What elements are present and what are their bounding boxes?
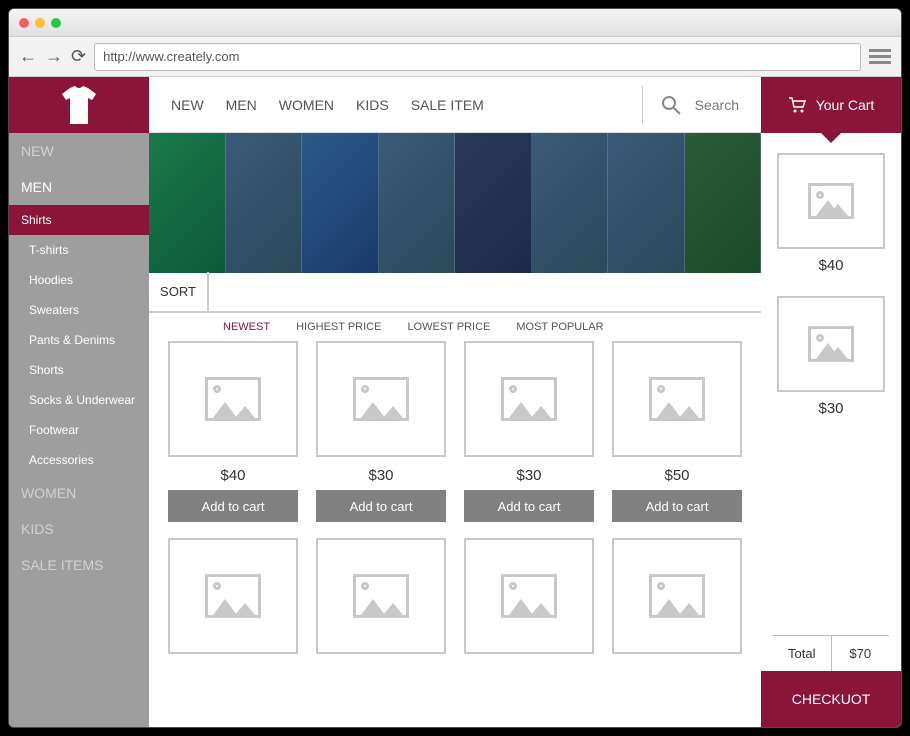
top-nav: NEW MEN WOMEN KIDS SALE ITEM Search (149, 77, 761, 133)
sidebar-item-men[interactable]: MEN (9, 169, 149, 205)
cart-total: Total $70 (773, 635, 889, 671)
sort-options: NEWEST HIGHEST PRICE LOWEST PRICE MOST P… (149, 313, 761, 333)
sidebar-item-kids[interactable]: KIDS (9, 511, 149, 547)
nav-kids[interactable]: KIDS (356, 97, 389, 113)
cart-total-value: $70 (832, 636, 890, 671)
sidebar: NEW MEN Shirts T-shirts Hoodies Sweaters… (9, 133, 149, 727)
product-price: $30 (368, 467, 393, 484)
product-card: $40 Add to cart (167, 341, 299, 522)
sort-highest[interactable]: HIGHEST PRICE (296, 321, 381, 333)
product-image[interactable] (168, 538, 298, 654)
nav-men[interactable]: MEN (226, 97, 257, 113)
sort-bar: SORT (149, 273, 761, 313)
add-to-cart-button[interactable]: Add to cart (168, 490, 298, 522)
product-card: $30 Add to cart (463, 341, 595, 522)
sidebar-sub-accessories[interactable]: Accessories (9, 445, 149, 475)
product-image[interactable] (316, 538, 446, 654)
cart-header[interactable]: Your Cart (761, 77, 901, 133)
back-icon[interactable]: ← (19, 46, 37, 67)
sidebar-item-new[interactable]: NEW (9, 133, 149, 169)
product-grid: $40 Add to cart $30 Add to cart $30 Add … (149, 333, 761, 662)
sidebar-sub-shorts[interactable]: Shorts (9, 355, 149, 385)
product-card (463, 538, 595, 654)
hero-banner (149, 133, 761, 273)
cart-item[interactable] (777, 153, 885, 249)
window-titlebar (9, 9, 901, 37)
sidebar-sub-shirts[interactable]: Shirts (9, 205, 149, 235)
cart-total-label: Total (773, 636, 832, 671)
product-image[interactable] (168, 341, 298, 457)
sidebar-sub-sweaters[interactable]: Sweaters (9, 295, 149, 325)
sidebar-sub-pants[interactable]: Pants & Denims (9, 325, 149, 355)
nav-sale[interactable]: SALE ITEM (411, 97, 484, 113)
product-image[interactable] (464, 538, 594, 654)
add-to-cart-button[interactable]: Add to cart (464, 490, 594, 522)
cart-item[interactable] (777, 296, 885, 392)
product-price: $40 (220, 467, 245, 484)
sort-newest[interactable]: NEWEST (223, 321, 270, 333)
add-to-cart-button[interactable]: Add to cart (316, 490, 446, 522)
sort-popular[interactable]: MOST POPULAR (516, 321, 603, 333)
sidebar-sub-hoodies[interactable]: Hoodies (9, 265, 149, 295)
product-card (611, 538, 743, 654)
cart-item-price: $40 (818, 257, 843, 274)
cart-body: $40 $30 Total $70 (761, 133, 901, 671)
forward-icon[interactable]: → (45, 46, 63, 67)
sidebar-item-sale[interactable]: SALE ITEMS (9, 547, 149, 583)
maximize-dot[interactable] (51, 18, 61, 28)
cart-header-label: Your Cart (816, 97, 875, 113)
product-card: $50 Add to cart (611, 341, 743, 522)
product-card (315, 538, 447, 654)
product-image[interactable] (316, 341, 446, 457)
product-card (167, 538, 299, 654)
tab-area (77, 14, 891, 32)
logo[interactable] (9, 77, 149, 133)
product-image[interactable] (612, 538, 742, 654)
add-to-cart-button[interactable]: Add to cart (612, 490, 742, 522)
sidebar-item-women[interactable]: WOMEN (9, 475, 149, 511)
close-dot[interactable] (19, 18, 29, 28)
search-icon[interactable] (661, 95, 681, 115)
sort-lowest[interactable]: LOWEST PRICE (407, 321, 490, 333)
nav-new[interactable]: NEW (171, 97, 204, 113)
tshirt-icon (62, 86, 96, 124)
nav-women[interactable]: WOMEN (279, 97, 334, 113)
sidebar-sub-tshirts[interactable]: T-shirts (9, 235, 149, 265)
browser-toolbar: ← → ⟳ http://www.creately.com (9, 37, 901, 77)
product-price: $30 (516, 467, 541, 484)
cart-item-price: $30 (818, 400, 843, 417)
cart-icon (788, 97, 806, 113)
product-image[interactable] (464, 341, 594, 457)
url-bar[interactable]: http://www.creately.com (94, 43, 861, 71)
product-image[interactable] (612, 341, 742, 457)
search-input[interactable]: Search (695, 97, 739, 113)
url-text: http://www.creately.com (103, 49, 239, 64)
sidebar-sub-footwear[interactable]: Footwear (9, 415, 149, 445)
reload-icon[interactable]: ⟳ (71, 46, 86, 67)
minimize-dot[interactable] (35, 18, 45, 28)
hamburger-icon[interactable] (869, 49, 891, 64)
sort-label: SORT (149, 272, 209, 312)
sidebar-sub-socks[interactable]: Socks & Underwear (9, 385, 149, 415)
product-card: $30 Add to cart (315, 341, 447, 522)
checkout-button[interactable]: CHECKUOT (761, 671, 901, 727)
product-price: $50 (664, 467, 689, 484)
